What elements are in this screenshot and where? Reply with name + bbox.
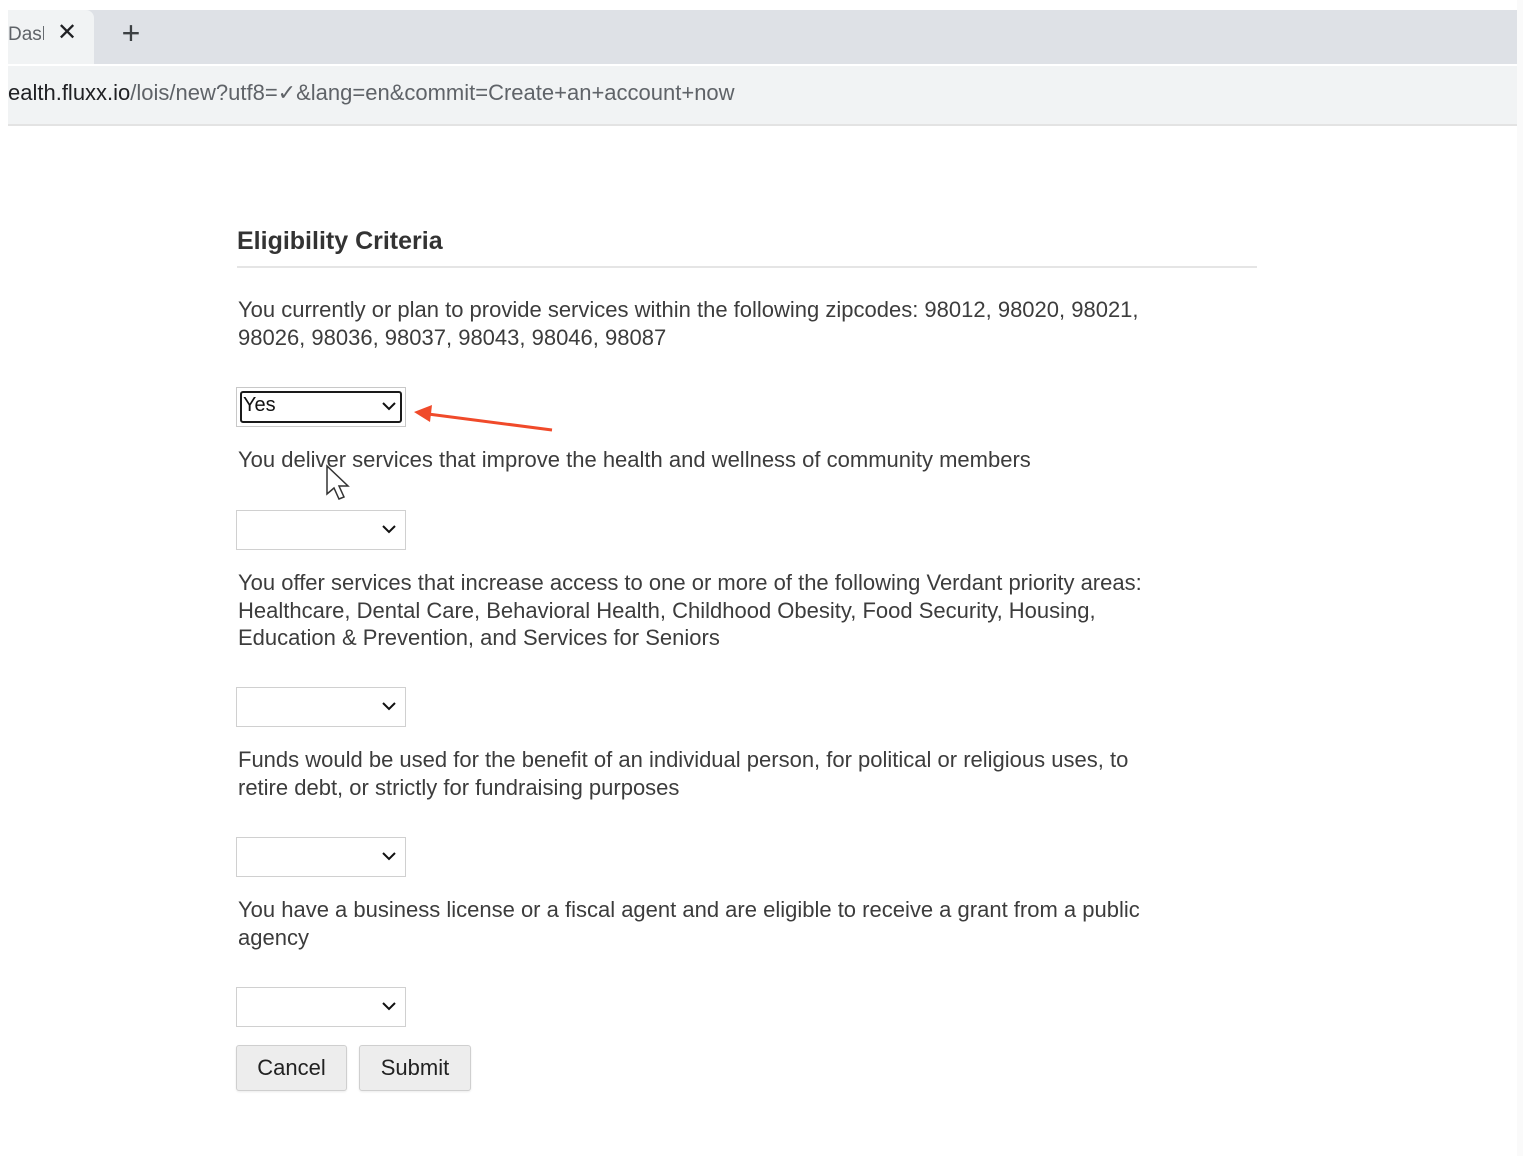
annotation-arrow	[414, 405, 553, 432]
question-business-license: You have a business license or a fiscal …	[238, 897, 1140, 950]
browser-tab[interactable]: Dash ✕	[8, 10, 94, 64]
chevron-down-icon	[382, 402, 396, 411]
business-license-select[interactable]	[236, 987, 406, 1027]
url-host: ealth.fluxx.io	[8, 80, 131, 105]
url-text[interactable]: ealth.fluxx.io/lois/new?utf8=✓&lang=en&c…	[8, 80, 735, 106]
browser-chrome: Dash ✕ + ealth.fluxx.io/lois/new?utf8=✓&…	[8, 10, 1517, 128]
plus-icon[interactable]: +	[116, 16, 146, 50]
submit-button[interactable]: Submit	[359, 1045, 471, 1091]
eligibility-form: Eligibility Criteria	[237, 222, 1257, 268]
question-fund-use: Funds would be used for the benefit of a…	[238, 747, 1129, 800]
health-wellness-select[interactable]	[236, 510, 406, 550]
priority-areas-select[interactable]	[236, 687, 406, 727]
question-health-wellness: You deliver services that improve the he…	[238, 447, 1031, 472]
cancel-button[interactable]: Cancel	[236, 1045, 347, 1091]
question-zipcodes: You currently or plan to provide service…	[238, 297, 1139, 350]
address-bar[interactable]: ealth.fluxx.io/lois/new?utf8=✓&lang=en&c…	[8, 66, 1517, 124]
question-priority-areas: You offer services that increase access …	[238, 570, 1142, 650]
section-title: Eligibility Criteria	[237, 222, 1257, 268]
tab-strip: Dash ✕ +	[8, 10, 1517, 64]
chevron-down-icon	[382, 1002, 396, 1011]
chevron-down-icon	[382, 852, 396, 861]
chevron-down-icon	[382, 702, 396, 711]
chevron-down-icon	[382, 525, 396, 534]
window-edge	[1517, 0, 1523, 1156]
url-path: /lois/new?utf8=✓&lang=en&commit=Create+a…	[130, 80, 735, 105]
tab-title: Dash	[8, 24, 44, 45]
close-icon[interactable]: ✕	[56, 20, 78, 46]
fund-use-select[interactable]	[236, 837, 406, 877]
chrome-divider	[8, 124, 1517, 126]
mouse-pointer-icon	[326, 464, 350, 500]
zipcodes-select[interactable]: Yes	[236, 387, 406, 427]
select-value: Yes	[243, 394, 276, 416]
